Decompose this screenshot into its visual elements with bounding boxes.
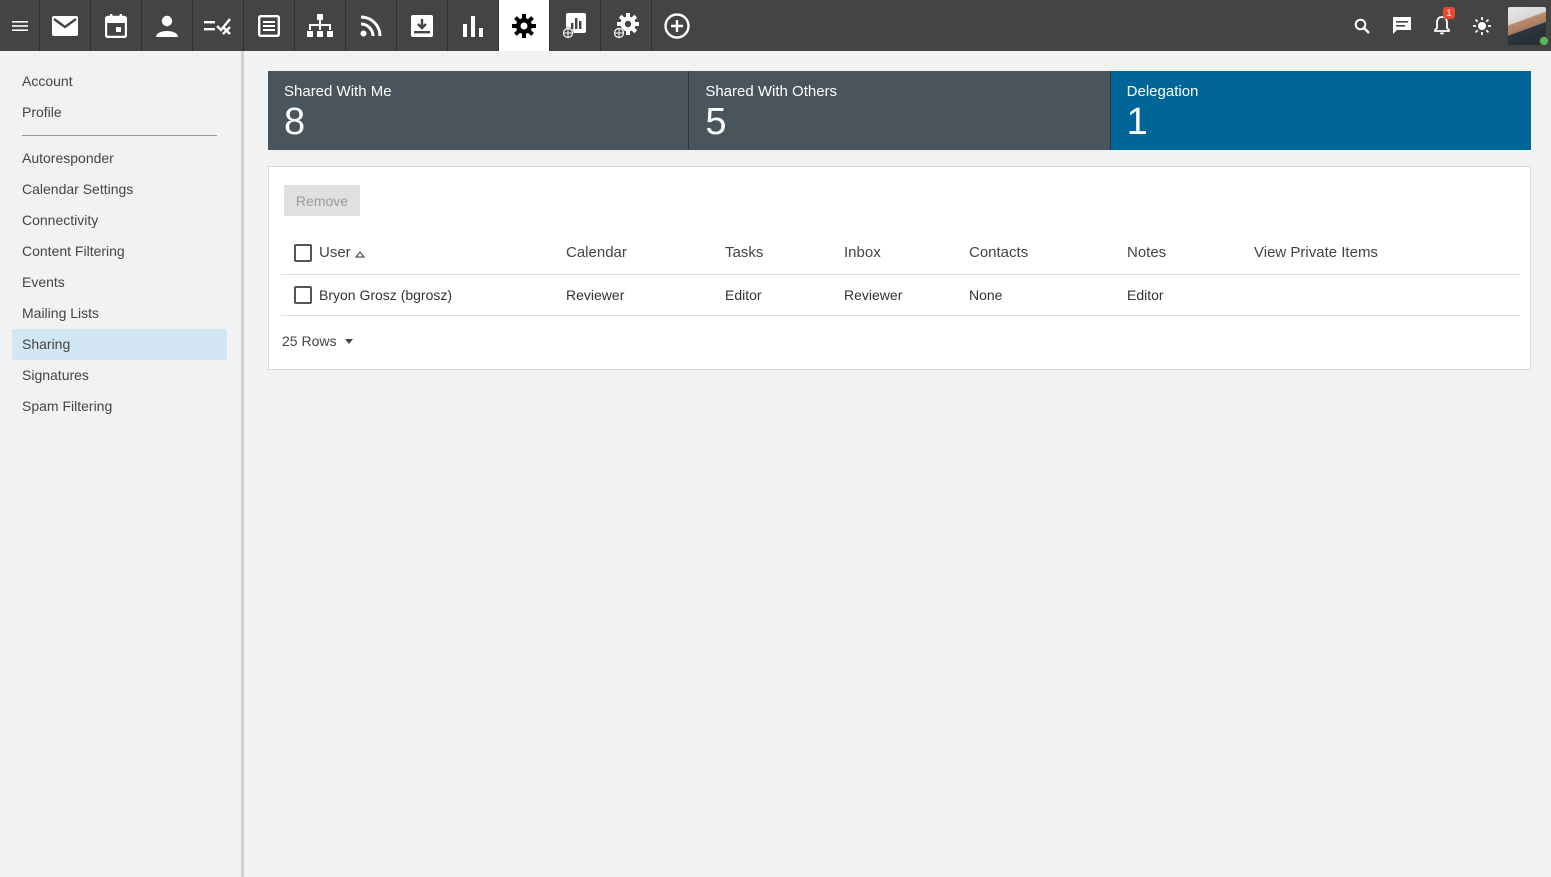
theme-toggle-icon[interactable]	[1462, 0, 1502, 51]
top-right-controls: 1	[1342, 0, 1551, 51]
card-title: Delegation	[1126, 83, 1199, 100]
file-storage-icon[interactable]	[396, 0, 447, 51]
cell-contacts: None	[969, 274, 1127, 316]
sidebar-item-profile[interactable]: Profile	[12, 97, 227, 128]
card-count: 8	[284, 101, 306, 143]
delegation-panel: Remove User Calendar Tasks Inbox Contact…	[268, 166, 1531, 370]
org-chart-icon[interactable]	[294, 0, 345, 51]
online-status-dot	[1539, 35, 1549, 46]
sidebar-item-autoresponder[interactable]: Autoresponder	[12, 143, 227, 174]
column-header-calendar[interactable]: Calendar	[566, 232, 725, 275]
reports-icon[interactable]	[447, 0, 498, 51]
chat-icon[interactable]	[1382, 0, 1422, 51]
card-shared-with-others[interactable]: Shared With Others 5	[689, 71, 1111, 150]
cell-inbox: Reviewer	[844, 274, 969, 316]
top-toolbar: 1	[0, 0, 1551, 51]
remove-button[interactable]: Remove	[284, 185, 360, 216]
column-header-inbox[interactable]: Inbox	[844, 232, 969, 275]
column-header-contacts[interactable]: Contacts	[969, 232, 1127, 275]
card-title: Shared With Me	[284, 83, 392, 100]
sharing-summary-cards: Shared With Me 8 Shared With Others 5 De…	[268, 71, 1531, 150]
menu-icon[interactable]	[0, 0, 39, 51]
sidebar-item-spam-filtering[interactable]: Spam Filtering	[12, 391, 227, 422]
column-header-notes[interactable]: Notes	[1127, 232, 1254, 275]
domain-reports-icon[interactable]	[549, 0, 600, 51]
column-header-view-private-items[interactable]: View Private Items	[1254, 232, 1520, 275]
column-header-user[interactable]: User	[319, 232, 566, 275]
chevron-down-icon	[345, 338, 354, 344]
avatar[interactable]	[1508, 6, 1549, 46]
sidebar-item-account[interactable]: Account	[12, 66, 227, 97]
cell-notes: Editor	[1127, 274, 1254, 316]
sidebar-item-connectivity[interactable]: Connectivity	[12, 205, 227, 236]
settings-sidebar: Account Profile Autoresponder Calendar S…	[0, 51, 244, 877]
sort-ascending-icon	[354, 245, 365, 262]
card-shared-with-me[interactable]: Shared With Me 8	[268, 71, 690, 150]
card-title: Shared With Others	[705, 83, 838, 100]
table-row[interactable]: Bryon Grosz (bgrosz) Reviewer Editor Rev…	[281, 274, 1520, 316]
cell-view-private-items	[1254, 274, 1520, 316]
tasks-icon[interactable]	[192, 0, 243, 51]
rss-icon[interactable]	[345, 0, 396, 51]
rows-per-page-label: 25 Rows	[282, 333, 337, 349]
row-select-cell	[281, 274, 319, 316]
notifications-icon[interactable]: 1	[1422, 0, 1462, 51]
settings-icon[interactable]	[498, 0, 549, 51]
sidebar-item-mailing-lists[interactable]: Mailing Lists	[12, 298, 227, 329]
card-count: 1	[1126, 101, 1148, 143]
sidebar-group-user: Account Profile	[0, 51, 241, 128]
sidebar-item-signatures[interactable]: Signatures	[12, 360, 227, 391]
mail-icon[interactable]	[39, 0, 90, 51]
card-delegation[interactable]: Delegation 1	[1110, 71, 1531, 150]
rows-per-page-select[interactable]: 25 Rows	[282, 333, 354, 349]
table-header-row: User Calendar Tasks Inbox Contacts Notes…	[281, 232, 1520, 275]
sidebar-group-settings: Autoresponder Calendar Settings Connecti…	[0, 143, 241, 422]
main-content: Shared With Me 8 Shared With Others 5 De…	[247, 51, 1551, 877]
column-header-tasks[interactable]: Tasks	[725, 232, 844, 275]
cell-tasks: Editor	[725, 274, 844, 316]
domain-settings-icon[interactable]	[600, 0, 651, 51]
contacts-icon[interactable]	[141, 0, 192, 51]
cell-calendar: Reviewer	[566, 274, 725, 316]
cell-user: Bryon Grosz (bgrosz)	[319, 274, 566, 316]
notes-icon[interactable]	[243, 0, 294, 51]
sidebar-item-calendar-settings[interactable]: Calendar Settings	[12, 174, 227, 205]
notification-badge: 1	[1443, 7, 1455, 19]
delegation-table: User Calendar Tasks Inbox Contacts Notes…	[281, 232, 1520, 316]
sidebar-item-events[interactable]: Events	[12, 267, 227, 298]
calendar-icon[interactable]	[90, 0, 141, 51]
search-icon[interactable]	[1342, 0, 1382, 51]
card-count: 5	[705, 101, 727, 143]
add-icon[interactable]	[651, 0, 702, 51]
sidebar-item-sharing[interactable]: Sharing	[12, 329, 227, 360]
select-all-cell	[281, 232, 319, 275]
sidebar-item-content-filtering[interactable]: Content Filtering	[12, 236, 227, 267]
select-all-checkbox[interactable]	[294, 243, 312, 262]
row-checkbox[interactable]	[294, 285, 312, 304]
sidebar-divider	[22, 135, 217, 136]
